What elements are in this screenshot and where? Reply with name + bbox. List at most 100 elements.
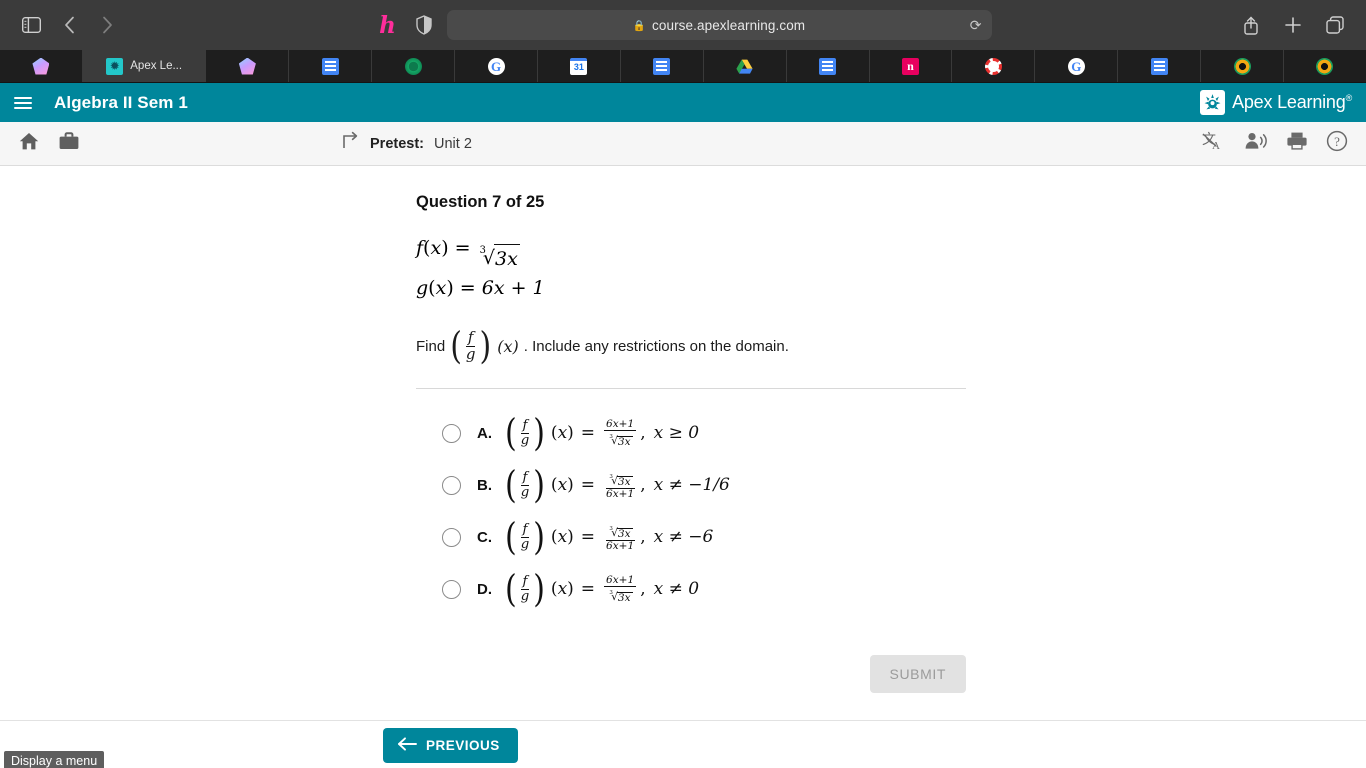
- prompt-argument: (x): [497, 336, 519, 356]
- honey-extension-icon[interactable]: h: [375, 10, 401, 40]
- sidebar-toggle-icon[interactable]: [14, 10, 48, 40]
- reload-icon[interactable]: ⟳: [970, 18, 982, 32]
- browser-tab[interactable]: [0, 50, 83, 82]
- hamburger-icon[interactable]: [14, 90, 40, 116]
- tab-favicon-red-circle-icon: [984, 57, 1002, 75]
- answer-option-b[interactable]: B. ( fg ) (x) = 3 √ 3x 6x+1 , x ≠ −1/6: [416, 459, 958, 511]
- tab-favicon-green-icon: [404, 57, 422, 75]
- option-b-restriction: x ≠ −1/6: [653, 475, 730, 496]
- answer-option-d[interactable]: D. ( fg ) (x) = 6x+1 3 √ 3x , x ≠ 0: [416, 563, 958, 615]
- prompt-fg-expression: ( f g ) (x): [450, 324, 519, 369]
- subbar-left-group: [18, 131, 80, 156]
- radio-button-c[interactable]: [442, 527, 461, 547]
- fraction-denominator: g: [465, 344, 476, 363]
- tab-strip: Apex Le... G 31 n G: [0, 50, 1366, 83]
- browser-tab[interactable]: [372, 50, 456, 82]
- back-icon[interactable]: [52, 10, 86, 40]
- browser-tab[interactable]: [952, 50, 1036, 82]
- option-b-fraction: 3 √ 3x 6x+1: [604, 471, 636, 500]
- browser-tab[interactable]: G: [1035, 50, 1119, 82]
- option-b-numerator: 3 √ 3x: [605, 471, 635, 489]
- brand-tm: ®: [1345, 93, 1353, 103]
- question-wrapper: Question 7 of 25 f(x) = 3 √ 3x g(x) = 6x +…: [408, 166, 966, 694]
- lock-icon: 🔒: [632, 19, 647, 32]
- print-icon[interactable]: [1286, 131, 1308, 156]
- browser-tab[interactable]: [1118, 50, 1202, 82]
- read-aloud-icon[interactable]: [1244, 131, 1268, 156]
- answer-options: A. ( fg ) (x) = 6x+1 3 √ 3x , x ≥ 0 B. (…: [416, 407, 958, 615]
- submit-button[interactable]: SUBMIT: [869, 655, 966, 694]
- translate-icon[interactable]: 文A: [1202, 130, 1226, 157]
- brand-logo: Apex Learning®: [1200, 90, 1352, 115]
- browser-tab[interactable]: n: [870, 50, 953, 82]
- option-d-restriction: x ≠ 0: [653, 579, 700, 600]
- browser-tab[interactable]: 31: [538, 50, 621, 82]
- radio-button-b[interactable]: [442, 475, 461, 495]
- fg-denominator: g: [520, 432, 530, 448]
- fn-g-label: g: [416, 277, 429, 300]
- tab-favicon-ring-icon: [1316, 57, 1334, 75]
- tab-favicon-diamond-icon: [32, 57, 50, 75]
- browser-tab[interactable]: [289, 50, 373, 82]
- previous-button-label: PREVIOUS: [426, 738, 500, 753]
- browser-tab[interactable]: [787, 50, 870, 82]
- url-text-group: 🔒 course.apexlearning.com: [633, 18, 805, 33]
- option-d-denominator: 3 √ 3x: [609, 590, 633, 604]
- answer-option-a[interactable]: A. ( fg ) (x) = 6x+1 3 √ 3x , x ≥ 0: [416, 407, 958, 459]
- answer-option-c[interactable]: C. ( fg ) (x) = 3 √ 3x 6x+1 , x ≠ −6: [416, 511, 958, 563]
- shield-icon[interactable]: [411, 10, 437, 40]
- option-letter: A.: [477, 424, 492, 442]
- tab-favicon-google-icon: G: [487, 57, 505, 75]
- option-d-numerator: 6x+1: [604, 573, 637, 587]
- option-b-denominator: 6x+1: [606, 487, 635, 500]
- question-prompt: Find ( f g ) (x) . Include any restricti…: [416, 324, 958, 369]
- forward-icon[interactable]: [90, 10, 124, 40]
- option-b-expression: ( fg ) (x) = 3 √ 3x 6x+1 , x ≠ −1/6: [505, 463, 730, 508]
- new-tab-icon[interactable]: [1276, 10, 1310, 40]
- secondary-toolbar: Pretest: Unit 2 文A ?: [0, 122, 1366, 166]
- browser-tab[interactable]: G: [455, 50, 538, 82]
- course-title: Algebra II Sem 1: [54, 92, 188, 112]
- option-a-denominator: 3 √ 3x: [609, 434, 633, 448]
- radio-button-d[interactable]: [442, 579, 461, 599]
- help-icon[interactable]: ?: [1326, 130, 1348, 157]
- browser-tab[interactable]: [1201, 50, 1285, 82]
- app-header: Algebra II Sem 1 Apex Learning®: [0, 83, 1366, 122]
- svg-text:?: ?: [1334, 134, 1340, 149]
- address-bar[interactable]: 🔒 course.apexlearning.com ⟳: [446, 10, 992, 40]
- browser-tab[interactable]: [704, 50, 787, 82]
- option-a-numerator: 6x+1: [604, 417, 637, 431]
- previous-button[interactable]: PREVIOUS: [383, 728, 518, 763]
- browser-window: h 🔒 course.apexlearning.com ⟳ ✹ Apex Le.…: [0, 0, 1366, 768]
- browser-tab[interactable]: [621, 50, 704, 82]
- subbar-right-group: 文A ?: [1202, 130, 1348, 157]
- option-a-fraction: 6x+1 3 √ 3x: [604, 417, 637, 448]
- radicand: 3x: [494, 244, 520, 274]
- browser-tab[interactable]: [206, 50, 290, 82]
- radio-button-a[interactable]: [442, 423, 461, 443]
- browser-toolbar: h 🔒 course.apexlearning.com ⟳: [0, 0, 1366, 50]
- briefcase-icon[interactable]: [58, 131, 80, 156]
- apex-logo-icon: [1200, 90, 1226, 115]
- option-a-expression: ( fg ) (x) = 6x+1 3 √ 3x , x ≥ 0: [505, 411, 700, 456]
- function-definitions: f(x) = 3 √ 3x g(x) = 6x + 1: [416, 234, 958, 304]
- tab-favicon-diamond-icon: [238, 57, 256, 75]
- tab-favicon-docs-icon: [653, 57, 671, 75]
- toolbar-left-group: [14, 10, 124, 40]
- tab-favicon-ring-icon: [1233, 57, 1251, 75]
- tab-favicon-docs-icon: [819, 57, 837, 75]
- share-icon[interactable]: [1234, 10, 1268, 40]
- home-icon[interactable]: [18, 131, 40, 156]
- tab-title: Apex Le...: [130, 60, 183, 72]
- menu-tooltip: Display a menu: [4, 751, 105, 768]
- option-c-fraction: 3 √ 3x 6x+1: [604, 523, 636, 552]
- option-letter: D.: [477, 580, 492, 598]
- option-c-expression: ( fg ) (x) = 3 √ 3x 6x+1 , x ≠ −6: [505, 515, 714, 560]
- breadcrumb: Pretest: Unit 2: [340, 131, 472, 156]
- fn-f-label: f: [416, 237, 424, 259]
- option-letter: C.: [477, 528, 492, 546]
- browser-tab[interactable]: [1284, 50, 1366, 82]
- tabs-overview-icon[interactable]: [1318, 10, 1352, 40]
- browser-tab-active[interactable]: Apex Le...: [82, 50, 207, 82]
- up-level-icon[interactable]: [340, 131, 360, 156]
